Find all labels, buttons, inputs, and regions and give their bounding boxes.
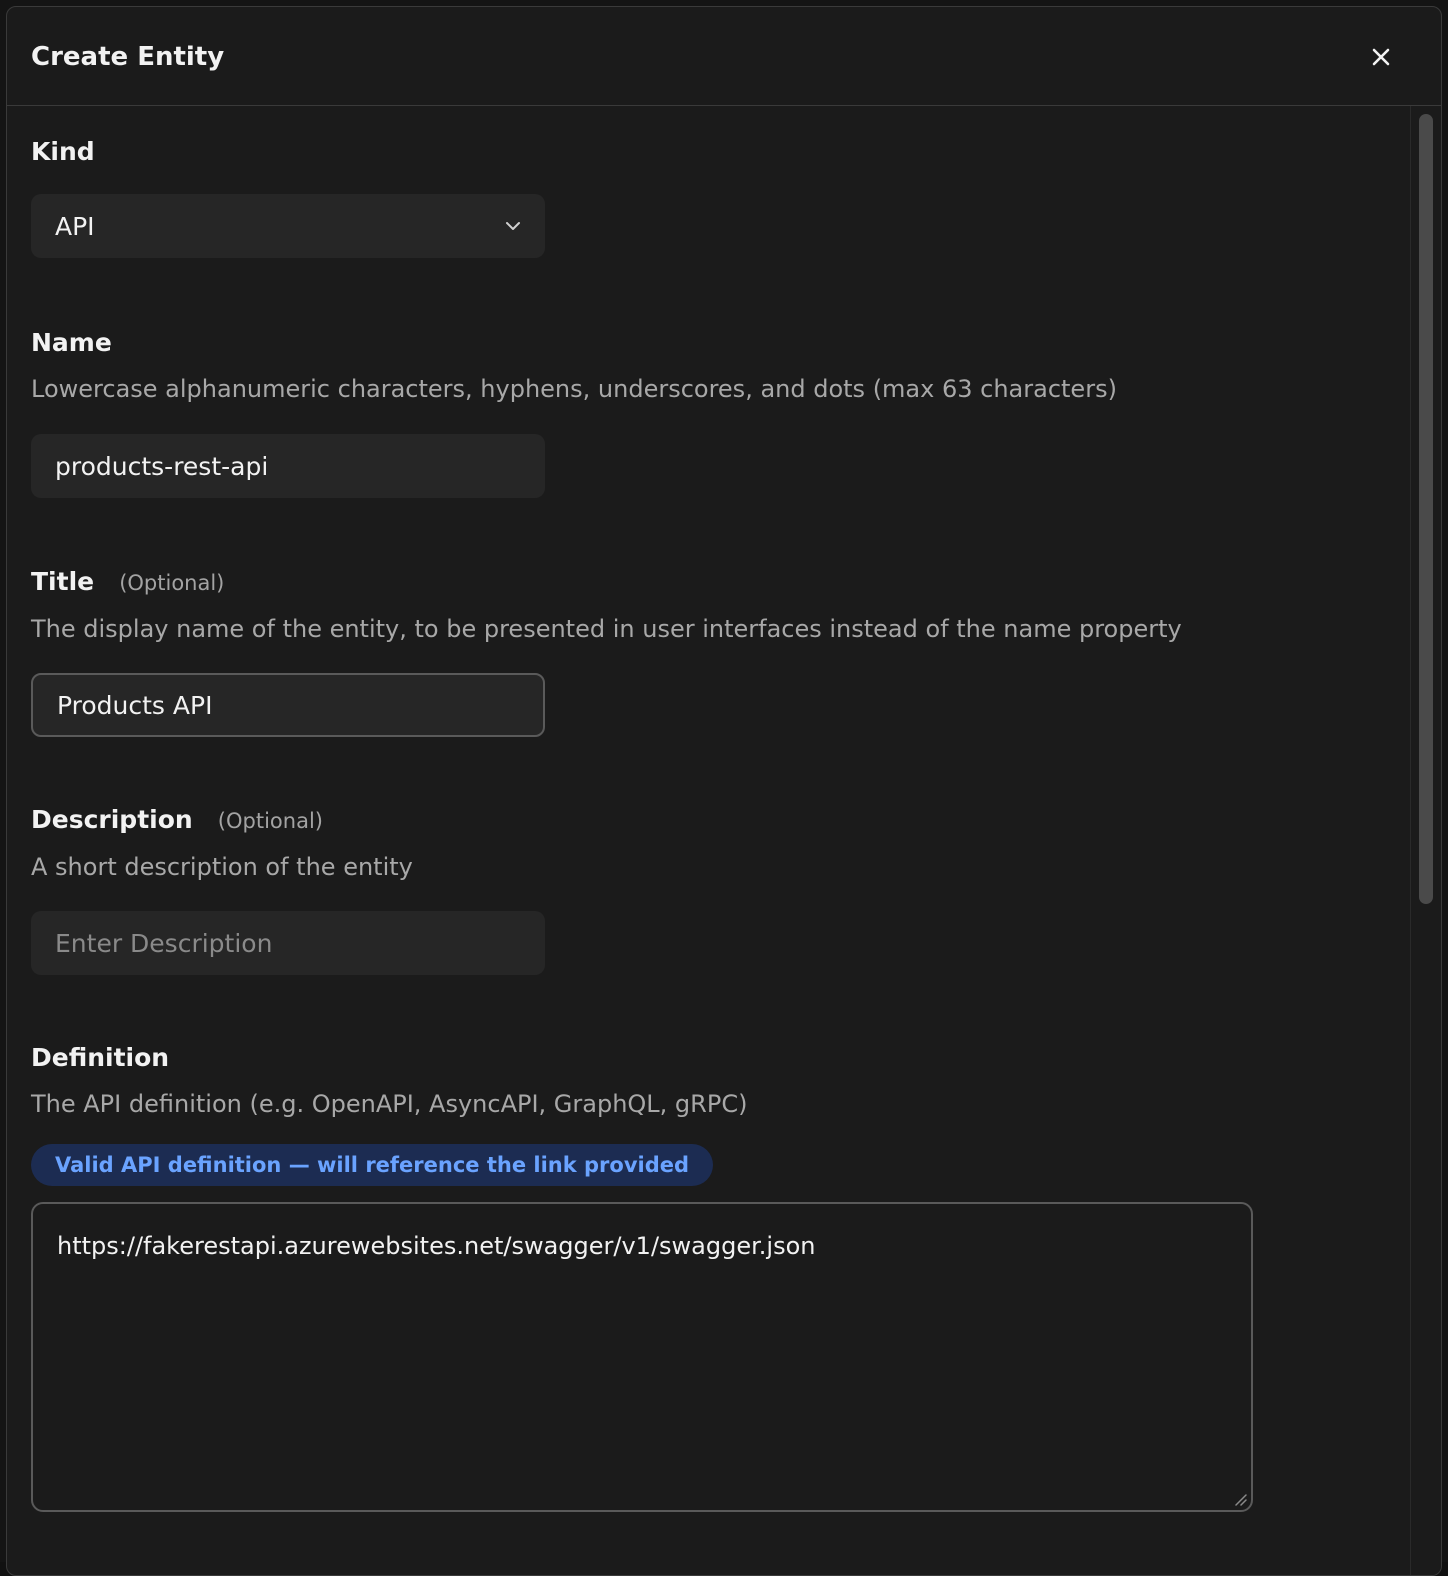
description-input[interactable]: Enter Description — [31, 911, 545, 975]
name-input-value: products-rest-api — [55, 451, 269, 481]
title-help-text: The display name of the entity, to be pr… — [31, 615, 1182, 643]
description-optional-tag: (Optional) — [217, 809, 323, 833]
kind-label: Kind — [31, 137, 95, 166]
resize-grip-icon[interactable] — [1233, 1492, 1247, 1506]
name-label: Name — [31, 328, 112, 357]
chevron-down-icon — [506, 222, 520, 230]
title-input-value: Products API — [57, 690, 213, 720]
definition-field: Definition The API definition (e.g. Open… — [31, 1042, 1253, 1512]
dialog-header: Create Entity — [7, 7, 1441, 106]
kind-select[interactable]: API — [31, 194, 545, 258]
definition-textarea-value: https://fakerestapi.azurewebsites.net/sw… — [57, 1232, 816, 1260]
description-placeholder: Enter Description — [55, 928, 273, 958]
description-field: Description (Optional) A short descripti… — [31, 804, 545, 975]
description-help-text: A short description of the entity — [31, 853, 413, 881]
kind-field: Kind API — [31, 136, 545, 258]
create-entity-dialog: Create Entity Kind API Name Lowercase al… — [6, 6, 1442, 1576]
name-help-text: Lowercase alphanumeric characters, hyphe… — [31, 375, 1117, 403]
definition-label: Definition — [31, 1043, 170, 1072]
definition-help-text: The API definition (e.g. OpenAPI, AsyncA… — [31, 1090, 748, 1118]
dialog-title: Create Entity — [31, 42, 225, 72]
description-label: Description — [31, 805, 193, 834]
title-optional-tag: (Optional) — [119, 571, 225, 595]
validation-badge: Valid API definition — will reference th… — [31, 1144, 714, 1186]
close-button[interactable] — [1365, 41, 1397, 73]
close-icon — [1372, 48, 1390, 66]
title-label: Title — [31, 567, 95, 596]
definition-textarea[interactable]: https://fakerestapi.azurewebsites.net/sw… — [31, 1202, 1253, 1512]
title-field: Title (Optional) The display name of the… — [31, 566, 1182, 737]
scrollbar-thumb[interactable] — [1419, 114, 1433, 904]
kind-select-value: API — [55, 211, 95, 241]
scrollbar-track[interactable] — [1410, 106, 1441, 1575]
name-input[interactable]: products-rest-api — [31, 434, 545, 498]
dialog-body: Kind API Name Lowercase alphanumeric cha… — [7, 106, 1411, 1575]
name-field: Name Lowercase alphanumeric characters, … — [31, 327, 1117, 498]
title-input[interactable]: Products API — [31, 673, 545, 737]
